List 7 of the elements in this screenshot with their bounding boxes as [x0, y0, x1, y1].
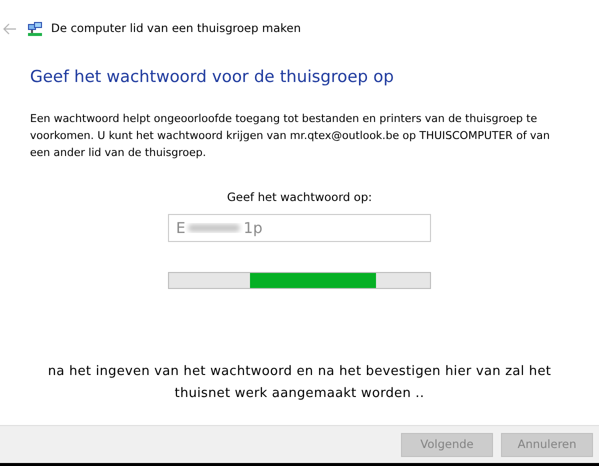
description-text: Een wachtwoord helpt ongeoorloofde toegang tot bestanden en printers van de thuisgroep te voorkomen. U kunt het wachtwoord krijgen van mr.qtex@outlook.be op THUISCOMPUTER of van een ander lid van de thuisgroep.: [30, 110, 551, 161]
back-arrow-icon[interactable]: [3, 23, 16, 35]
page-heading: Geef het wachtwoord voor de thuisgroep op: [30, 66, 395, 88]
window-title: De computer lid van een thuisgroep maken: [51, 20, 301, 38]
network-computers-icon: [27, 21, 43, 37]
password-label: Geef het wachtwoord op:: [226, 188, 372, 206]
note-text: na het ingeven van het wachtwoord en na het bevestigen hier van zal het thuisnet werk aangemaakt worden ..: [46, 363, 552, 403]
